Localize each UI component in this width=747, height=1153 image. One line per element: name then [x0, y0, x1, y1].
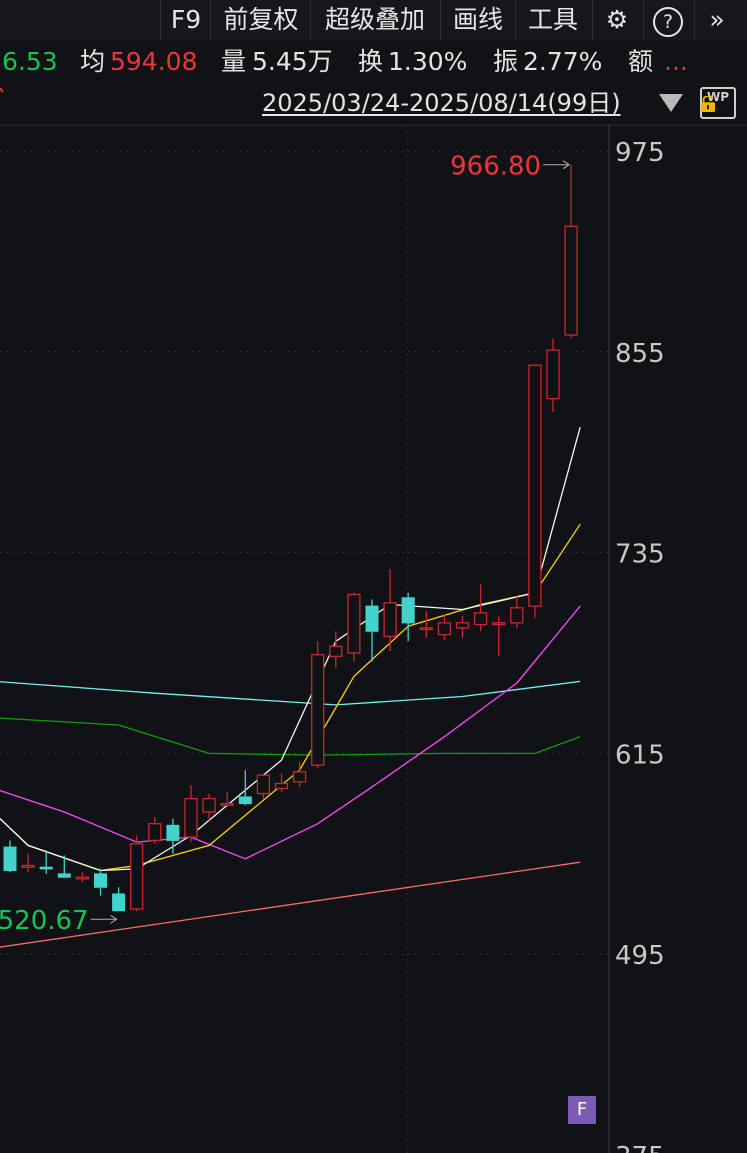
ma5-line — [0, 426, 581, 872]
candle-body-up — [148, 823, 162, 842]
candle-body-up — [546, 349, 560, 400]
candle-body-up — [329, 645, 343, 657]
y-tick-label: 855 — [615, 339, 665, 369]
candle-body-down — [166, 824, 180, 841]
y-tick-label: 735 — [615, 540, 665, 570]
candle-body-up — [130, 843, 144, 910]
candle-body-up — [383, 602, 397, 637]
low-annotation: 520.67 — [0, 906, 89, 936]
candle-body-up — [256, 774, 271, 795]
candle-body-up — [292, 771, 307, 783]
candle-body-up — [528, 364, 542, 607]
candle-body-down — [238, 796, 252, 805]
candle-body-up — [311, 654, 325, 766]
f-badge-icon[interactable]: F — [568, 1096, 596, 1124]
candle-body-up — [274, 782, 289, 790]
candle-body-down — [401, 597, 415, 624]
kline-chart[interactable]: 975 855 735 615 495 375 966.80 520.67 — [0, 0, 747, 1153]
candle-body-down — [94, 873, 107, 888]
candle-body-down — [3, 846, 17, 872]
candle-body-up — [492, 622, 506, 626]
candle-body-up — [202, 797, 216, 813]
candle-body-up — [510, 607, 524, 624]
candle-body-down — [57, 873, 71, 878]
candle-body-down — [365, 605, 379, 632]
candle-body-up — [437, 622, 452, 636]
candle-body-up — [419, 627, 433, 631]
candle-body-up — [473, 612, 488, 626]
candle-body-down — [39, 866, 53, 870]
left-edge-marker — [0, 87, 4, 93]
candle-body-up — [455, 622, 470, 629]
high-annotation: 966.80 — [450, 152, 541, 182]
candle-body-down — [112, 893, 126, 912]
ma10-line — [0, 523, 581, 872]
candle-body-up — [347, 593, 361, 654]
candle-body-up — [564, 225, 578, 336]
ma60-line — [0, 717, 581, 756]
candle-body-up — [21, 864, 35, 868]
y-tick-label: 975 — [615, 138, 665, 168]
ma20-line — [0, 605, 581, 860]
candle-body-up — [220, 802, 234, 806]
candle-body-up — [184, 797, 198, 838]
y-tick-label: 375 — [615, 1142, 665, 1153]
candle-body-up — [75, 876, 90, 880]
y-tick-label: 615 — [615, 740, 665, 770]
y-tick-label: 495 — [615, 941, 665, 971]
